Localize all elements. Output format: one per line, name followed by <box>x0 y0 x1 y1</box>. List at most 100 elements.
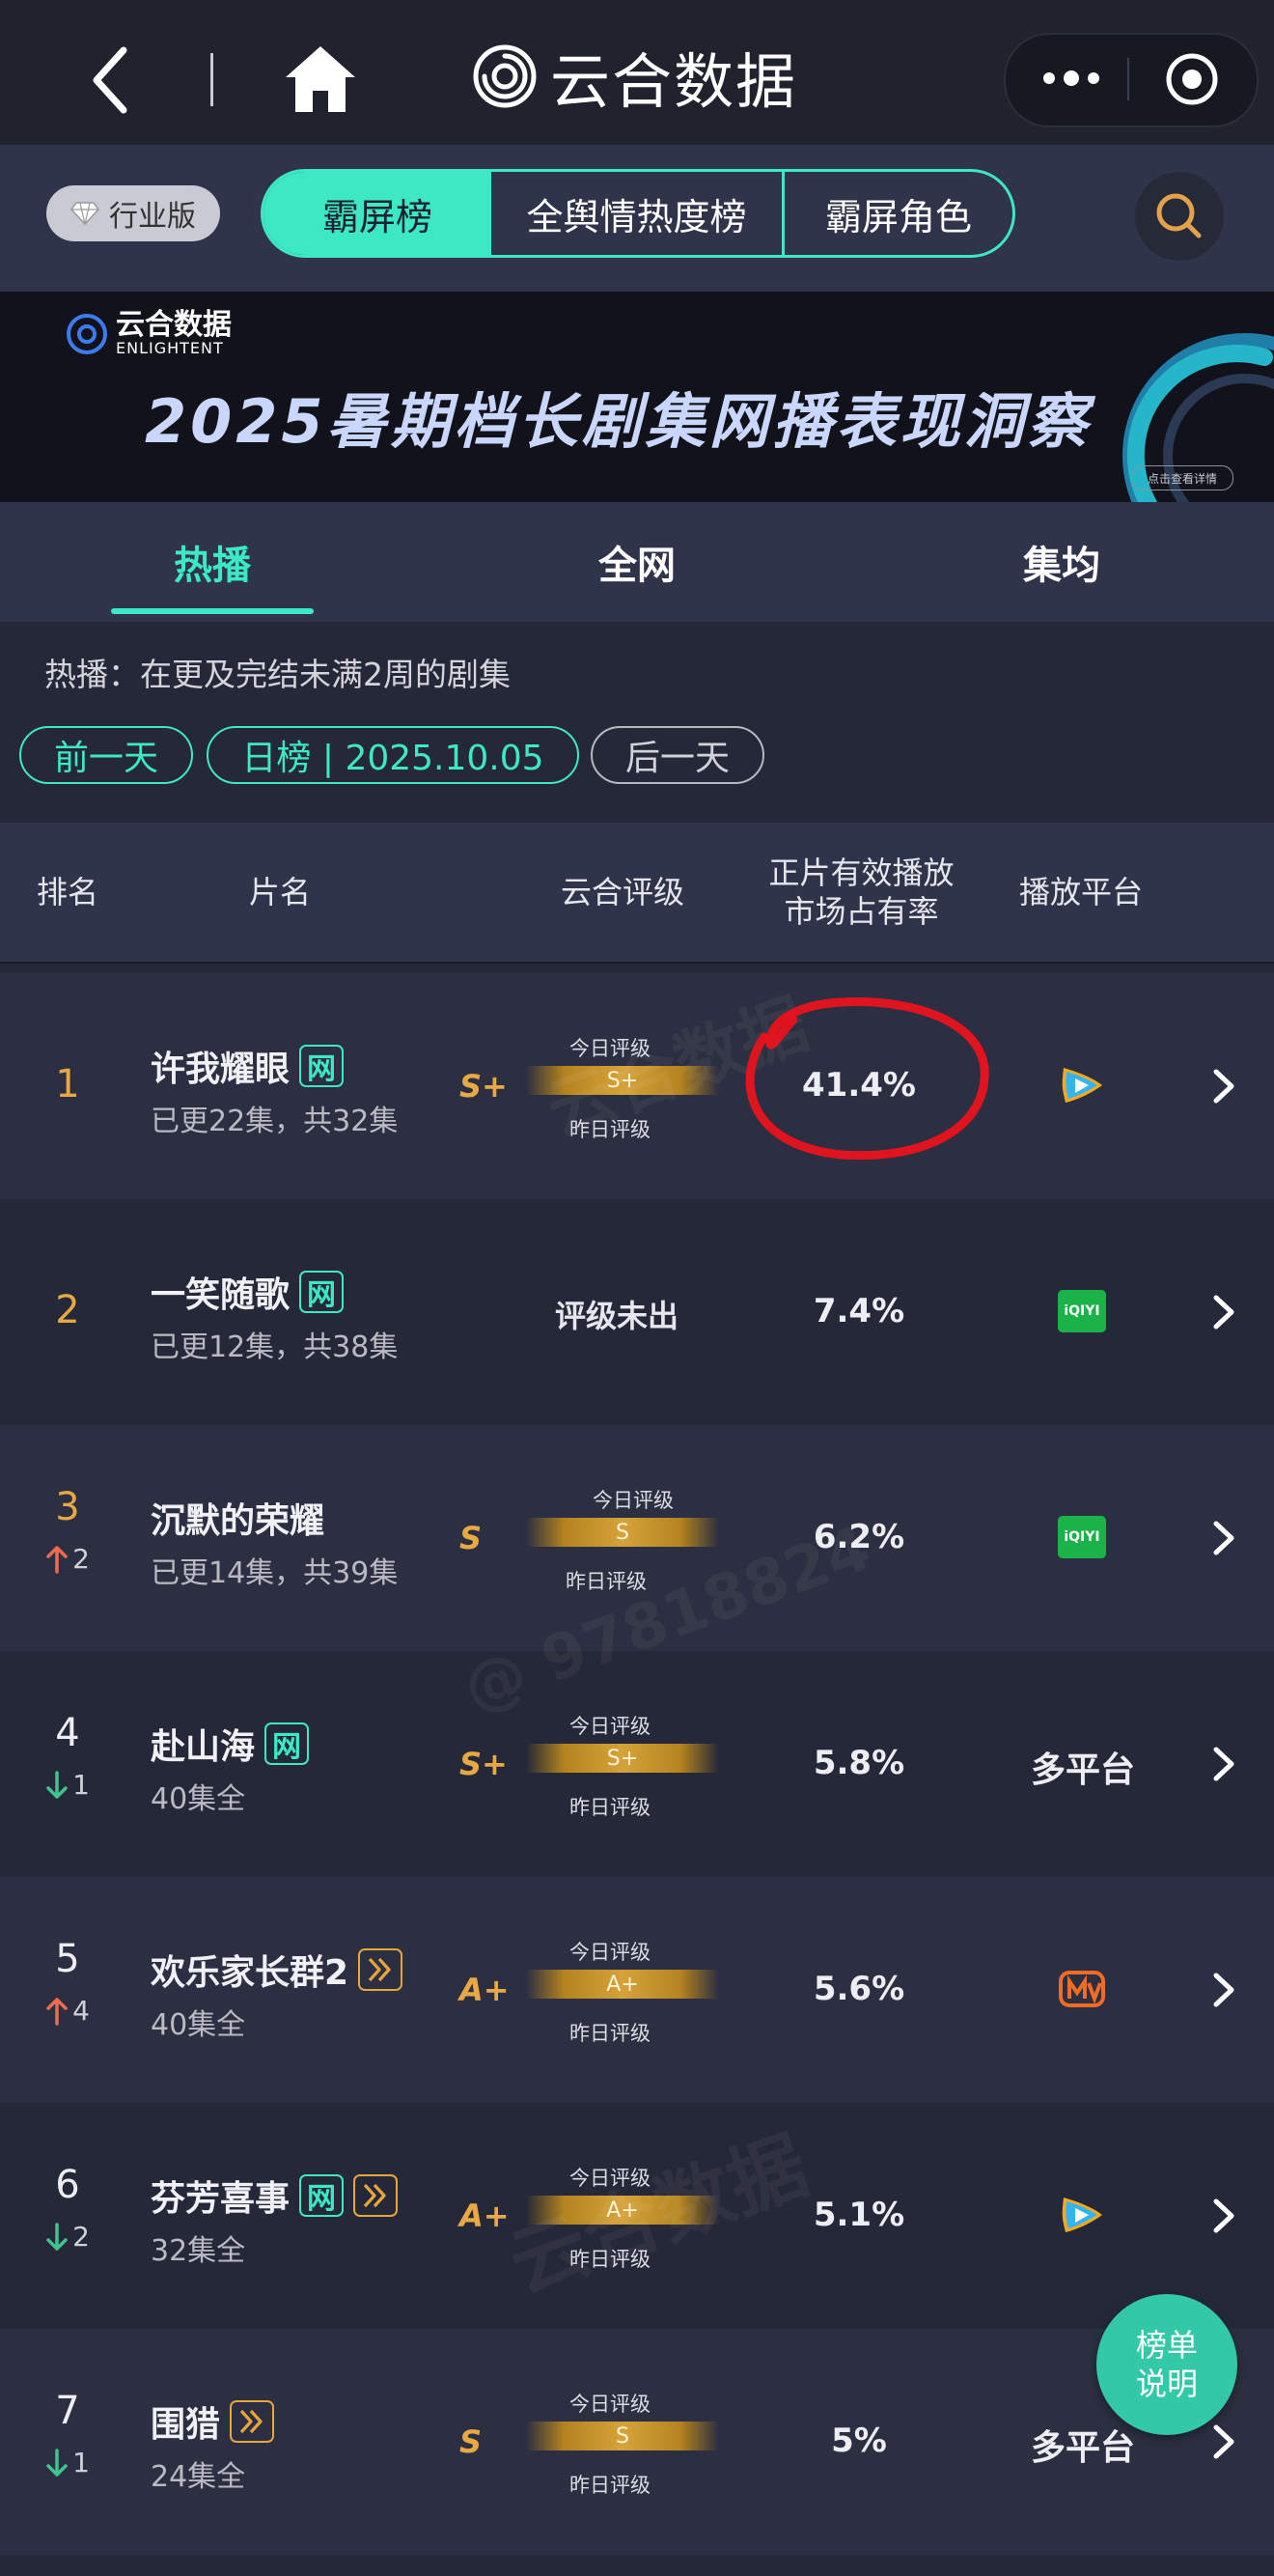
grade-value: S <box>459 1520 483 1556</box>
row-chevron-icon[interactable] <box>1205 1740 1243 1788</box>
episode-info: 40集全 <box>151 2008 246 2042</box>
platform-icon-wrapper: iQIYI <box>1058 1516 1106 1558</box>
show-title-text: 沉默的荣耀 <box>151 1501 325 1541</box>
grade-value: S <box>459 2423 483 2460</box>
rank-change-value: 2 <box>72 2221 90 2253</box>
row-chevron-icon[interactable] <box>1205 2192 1243 2240</box>
app-title-text: 云合数据 <box>550 46 798 117</box>
network-drama-tag: 网 <box>299 1271 345 1313</box>
rank-number: 5 <box>55 1937 80 1981</box>
subtab-per-episode[interactable]: 集均 <box>869 502 1255 622</box>
grade-value: S+ <box>459 1746 508 1782</box>
rank-number: 7 <box>55 2389 80 2433</box>
show-title[interactable]: 一笑随歌网 <box>151 1267 345 1317</box>
today-grade-label: 今日评级 <box>569 2167 651 2190</box>
col-market-share-line1: 正片有效播放 <box>768 854 955 891</box>
show-title[interactable]: 欢乐家长群2 <box>151 1945 403 1995</box>
rank-number: 3 <box>55 1485 80 1529</box>
next-day-button[interactable]: 后一天 <box>591 726 764 784</box>
help-line2: 说明 <box>1135 2366 1198 2402</box>
search-icon <box>1156 193 1202 238</box>
search-button[interactable] <box>1135 172 1224 261</box>
show-title-text: 许我耀眼 <box>151 1050 291 1089</box>
episode-info: 32集全 <box>151 2234 246 2268</box>
subtab-all-network[interactable]: 全网 <box>444 502 830 622</box>
market-share-value: 5.6% <box>813 1970 905 2008</box>
more-icon[interactable] <box>1038 56 1105 100</box>
filter-description: 热播：在更及完结未满2周的剧集 <box>44 656 511 693</box>
close-miniapp-icon[interactable] <box>1163 50 1221 108</box>
network-drama-tag: 网 <box>299 1045 345 1087</box>
tab-bapingbang[interactable]: 霸屏榜 <box>263 172 491 255</box>
rank-change: 4 <box>10 1995 125 2027</box>
market-share-value: 5.8% <box>813 1744 905 1782</box>
tab-roles[interactable]: 霸屏角色 <box>785 172 1012 255</box>
grade-value: S+ <box>459 1068 508 1105</box>
show-title-text: 赴山海 <box>151 1727 256 1767</box>
subtab-hot[interactable]: 热播 <box>19 502 405 622</box>
nav-divider <box>210 53 213 106</box>
red-annotation-circle <box>745 997 989 1161</box>
tencent-video-icon <box>1058 1064 1106 1106</box>
grade-value: A+ <box>459 2198 510 2234</box>
arrow-down-icon <box>46 2448 68 2477</box>
row-chevron-icon[interactable] <box>1205 1062 1243 1110</box>
row-chevron-icon[interactable] <box>1205 1514 1243 1562</box>
col-market-share-line2: 市场占有率 <box>784 893 939 930</box>
prev-day-button[interactable]: 前一天 <box>19 726 193 784</box>
date-selector[interactable]: 日榜 | 2025.10.05 <box>207 726 579 784</box>
rank-number: 2 <box>55 1288 80 1332</box>
back-arrow-icon[interactable] <box>79 39 141 122</box>
episode-info: 24集全 <box>151 2460 246 2494</box>
subtab-active-indicator <box>111 608 314 614</box>
platform-icon-wrapper <box>1058 1064 1106 1106</box>
network-drama-tag: 网 <box>264 1722 310 1765</box>
yesterday-grade-label: 昨日评级 <box>569 2474 651 2497</box>
exclusive-play-tag-icon <box>230 2400 275 2443</box>
yesterday-grade-label: 昨日评级 <box>569 1796 651 1819</box>
row-chevron-icon[interactable] <box>1205 1288 1243 1336</box>
rank-change-value: 1 <box>72 2447 90 2478</box>
yunhe-logo-icon <box>67 314 107 354</box>
row-chevron-icon[interactable] <box>1205 2418 1243 2466</box>
rank-number: 1 <box>55 1062 80 1106</box>
iqiyi-icon: iQIYI <box>1058 1290 1106 1332</box>
rank-number: 6 <box>55 2163 80 2207</box>
platform-multi: 多平台 <box>1031 1750 1136 1790</box>
show-title[interactable]: 许我耀眼网 <box>151 1041 345 1091</box>
grade-bar: S+ <box>526 1744 719 1773</box>
row-chevron-icon[interactable] <box>1205 1966 1243 2014</box>
col-market-share: 正片有效播放 市场占有率 <box>743 823 980 962</box>
today-grade-label: 今日评级 <box>569 1715 651 1738</box>
col-grade: 云合评级 <box>560 874 684 910</box>
episode-info: 已更14集，共39集 <box>151 1556 399 1590</box>
grade-bar: S <box>526 1518 719 1547</box>
ranking-help-button[interactable]: 榜单 说明 <box>1096 2294 1237 2435</box>
tab-public-opinion[interactable]: 全舆情热度榜 <box>491 172 785 255</box>
diamond-icon <box>70 202 99 226</box>
today-grade-label: 今日评级 <box>569 1941 651 1964</box>
yesterday-grade-label: 昨日评级 <box>569 2022 651 2045</box>
exclusive-play-tag-icon <box>353 2174 399 2217</box>
col-rank: 排名 <box>36 874 98 910</box>
show-title[interactable]: 围猎 <box>151 2396 275 2447</box>
show-title-text: 芬芳喜事 <box>151 2179 291 2219</box>
episode-info: 40集全 <box>151 1782 246 1816</box>
show-title[interactable]: 赴山海网 <box>151 1719 310 1769</box>
show-title[interactable]: 沉默的荣耀 <box>151 1493 324 1543</box>
ranking-type-segment: 霸屏榜 全舆情热度榜 霸屏角色 <box>261 169 1015 258</box>
episode-info: 已更22集，共32集 <box>151 1105 399 1138</box>
show-title-text: 欢乐家长群2 <box>151 1953 349 1993</box>
app-title: 云合数据 <box>473 33 797 120</box>
home-icon[interactable] <box>282 42 359 116</box>
help-line1: 榜单 <box>1135 2327 1198 2364</box>
col-platform: 播放平台 <box>1018 874 1143 910</box>
platform-icon-wrapper <box>1058 1968 1106 2010</box>
banner-cta[interactable]: 点击查看详情 <box>1131 465 1233 490</box>
mango-tv-icon <box>1058 1968 1106 2010</box>
show-title-text: 一笑随歌 <box>151 1275 291 1315</box>
industry-edition-pill[interactable]: 行业版 <box>46 185 220 241</box>
banner-logo-en: ENLIGHTENT <box>116 339 224 357</box>
tencent-video-icon <box>1058 2194 1106 2236</box>
show-title[interactable]: 芬芳喜事网 <box>151 2170 399 2221</box>
